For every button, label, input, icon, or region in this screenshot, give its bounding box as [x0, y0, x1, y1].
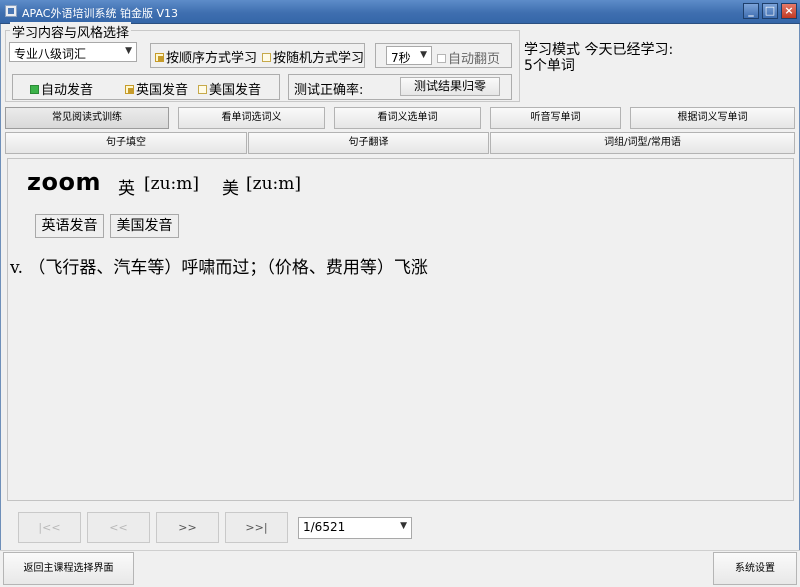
status-line-1: 学习模式 今天已经学习: — [524, 42, 674, 58]
next-page-button[interactable]: >> — [156, 512, 219, 543]
word-display-panel — [7, 158, 794, 501]
vocab-select[interactable]: 专业八级词汇 ▼ — [9, 42, 137, 62]
accuracy-label: 测试正确率: — [294, 83, 364, 98]
app-icon — [5, 5, 17, 17]
auto-pronounce-checkbox[interactable]: 自动发音 — [30, 79, 93, 98]
close-button[interactable]: × — [781, 3, 797, 19]
chevron-down-icon: ▼ — [420, 50, 427, 60]
uk-phonetic-label: 英 — [118, 179, 135, 199]
mode-random-option[interactable]: 按随机方式学习 — [262, 47, 364, 66]
unchecked-radio-icon — [198, 85, 207, 94]
us-phonetic: [zu:m] — [246, 174, 302, 194]
uk-phonetic: [zu:m] — [144, 174, 200, 194]
british-accent-option[interactable]: 英国发音 — [125, 79, 188, 98]
checkbox-icon — [437, 54, 446, 63]
page-select[interactable]: 1/6521 ▼ — [298, 517, 412, 539]
american-accent-option[interactable]: 美国发音 — [198, 79, 261, 98]
tab-sentence-fill[interactable]: 句子填空 — [5, 132, 247, 154]
headword: zoom — [27, 168, 101, 196]
mode-sequential-option[interactable]: 按顺序方式学习 — [155, 47, 257, 66]
maximize-button[interactable]: □ — [762, 3, 778, 19]
uk-pronounce-button[interactable]: 英语发音 — [35, 214, 104, 238]
checked-radio-icon — [125, 85, 134, 94]
chevron-down-icon: ▼ — [125, 46, 132, 56]
tab-dictation[interactable]: 听音写单词 — [490, 107, 621, 129]
vocab-select-value: 专业八级词汇 — [14, 47, 87, 61]
tab-meaning-to-word[interactable]: 看词义选单词 — [334, 107, 481, 129]
system-settings-button[interactable]: 系统设置 — [713, 552, 797, 585]
window-title: APAC外语培训系统 铂金版 V13 — [22, 7, 178, 20]
tab-sentence-translation[interactable]: 句子翻译 — [248, 132, 489, 154]
unchecked-radio-icon — [262, 53, 271, 62]
interval-select[interactable]: 7秒 ▼ — [386, 46, 432, 65]
tab-reading-training[interactable]: 常见阅读式训练 — [5, 107, 169, 129]
us-pronounce-button[interactable]: 美国发音 — [110, 214, 179, 238]
settings-group-title: 学习内容与风格选择 — [10, 22, 132, 41]
checked-checkbox-icon — [30, 85, 39, 94]
back-to-main-button[interactable]: 返回主课程选择界面 — [3, 552, 134, 585]
checked-radio-icon — [155, 53, 164, 62]
first-page-button[interactable]: |<< — [18, 512, 81, 543]
tab-write-from-meaning[interactable]: 根据词义写单词 — [630, 107, 795, 129]
chevron-down-icon: ▼ — [400, 521, 407, 531]
tab-phrases[interactable]: 词组/词型/常用语 — [490, 132, 795, 154]
word-definition: v. （飞行器、汽车等）呼啸而过；（价格、费用等）飞涨 — [10, 258, 428, 278]
auto-flip-checkbox[interactable]: 自动翻页 — [437, 48, 500, 67]
last-page-button[interactable]: >>| — [225, 512, 288, 543]
minimize-button[interactable]: _ — [743, 3, 759, 19]
reset-results-button[interactable]: 测试结果归零 — [400, 77, 500, 96]
prev-page-button[interactable]: << — [87, 512, 150, 543]
tab-word-to-meaning[interactable]: 看单词选词义 — [178, 107, 325, 129]
title-bar: APAC外语培训系统 铂金版 V13 _ □ × — [0, 0, 800, 24]
status-line-2: 5个单词 — [524, 58, 575, 74]
us-phonetic-label: 美 — [222, 179, 239, 199]
